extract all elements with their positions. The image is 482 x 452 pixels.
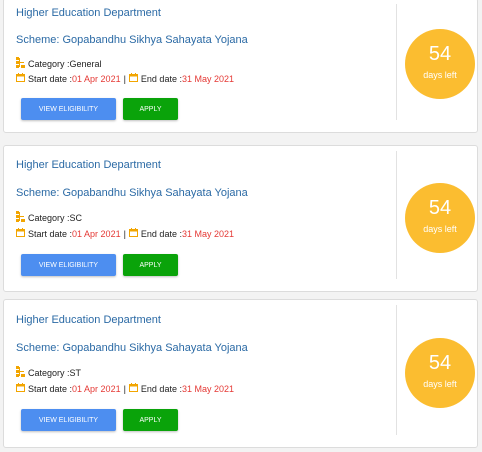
calendar-icon — [16, 73, 25, 84]
department-name: Higher Education Department — [16, 159, 161, 171]
view-eligibility-button[interactable]: VIEW ELIGIBILITY — [21, 409, 116, 431]
category-tree-icon — [16, 366, 25, 379]
days-left-label: days left — [423, 379, 457, 389]
action-buttons: VIEW ELIGIBILITY APPLY — [21, 254, 178, 276]
end-date-value: 31 May 2021 — [181, 383, 235, 394]
days-left-count: 54 — [428, 197, 452, 219]
scheme-details: Higher Education Department Scheme: Gopa… — [16, 0, 387, 132]
category-row: Category : ST — [16, 366, 81, 379]
scheme-card: Higher Education Department Scheme: Gopa… — [3, 299, 478, 448]
category-row: Category : SC — [16, 211, 82, 224]
end-date-label: End date : — [140, 383, 182, 394]
calendar-icon — [128, 228, 138, 239]
start-date-value: 01 Apr 2021 — [72, 228, 121, 239]
scheme-details: Higher Education Department Scheme: Gopa… — [16, 300, 387, 447]
category-label: Category : — [28, 367, 70, 378]
end-date-label: End date : — [140, 228, 182, 239]
department-name: Higher Education Department — [16, 314, 161, 326]
view-eligibility-button[interactable]: VIEW ELIGIBILITY — [21, 98, 116, 120]
apply-button[interactable]: APPLY — [123, 98, 178, 120]
calendar-icon — [128, 73, 138, 84]
category-label: Category : — [28, 58, 70, 69]
category-value: SC — [69, 212, 83, 223]
days-left-count: 54 — [428, 352, 452, 374]
category-label: Category : — [28, 212, 70, 223]
start-date-label: Start date : — [28, 228, 73, 239]
calendar-icon — [16, 228, 25, 239]
start-date-value: 01 Apr 2021 — [72, 73, 121, 84]
category-value: ST — [69, 367, 82, 378]
scheme-name: Scheme: Gopabandhu Sikhya Sahayata Yojan… — [16, 34, 248, 46]
date-separator: | — [123, 73, 126, 84]
days-left-badge: 54 days left — [405, 338, 475, 408]
date-row: Start date : 01 Apr 2021 | End date : 31… — [16, 228, 234, 239]
category-row: Category : General — [16, 57, 102, 70]
scheme-name: Scheme: Gopabandhu Sikhya Sahayata Yojan… — [16, 342, 248, 354]
view-eligibility-button[interactable]: VIEW ELIGIBILITY — [21, 254, 116, 276]
date-row: Start date : 01 Apr 2021 | End date : 31… — [16, 73, 234, 84]
calendar-icon — [128, 383, 138, 394]
days-left-badge: 54 days left — [405, 183, 475, 253]
action-buttons: VIEW ELIGIBILITY APPLY — [21, 98, 178, 120]
date-separator: | — [123, 383, 126, 394]
days-left-label: days left — [423, 224, 457, 234]
scheme-name: Scheme: Gopabandhu Sikhya Sahayata Yojan… — [16, 187, 248, 199]
date-separator: | — [123, 228, 126, 239]
card-divider — [396, 305, 397, 435]
scheme-details: Higher Education Department Scheme: Gopa… — [16, 146, 387, 291]
scheme-card: Higher Education Department Scheme: Gopa… — [3, 0, 478, 133]
scheme-card: Higher Education Department Scheme: Gopa… — [3, 145, 478, 292]
start-date-label: Start date : — [28, 73, 73, 84]
card-divider — [396, 4, 397, 120]
apply-button[interactable]: APPLY — [123, 409, 178, 431]
action-buttons: VIEW ELIGIBILITY APPLY — [21, 409, 178, 431]
calendar-icon — [16, 383, 25, 394]
card-divider — [396, 151, 397, 279]
category-value: General — [69, 58, 102, 69]
category-tree-icon — [16, 57, 25, 70]
start-date-label: Start date : — [28, 383, 73, 394]
category-tree-icon — [16, 211, 25, 224]
date-row: Start date : 01 Apr 2021 | End date : 31… — [16, 383, 234, 394]
end-date-value: 31 May 2021 — [181, 228, 235, 239]
end-date-label: End date : — [140, 73, 182, 84]
days-left-badge: 54 days left — [405, 29, 475, 99]
scheme-list: Higher Education Department Scheme: Gopa… — [0, 0, 482, 452]
start-date-value: 01 Apr 2021 — [72, 383, 121, 394]
apply-button[interactable]: APPLY — [123, 254, 178, 276]
days-left-count: 54 — [428, 43, 452, 65]
days-left-label: days left — [423, 70, 457, 80]
department-name: Higher Education Department — [16, 7, 161, 19]
end-date-value: 31 May 2021 — [181, 73, 235, 84]
